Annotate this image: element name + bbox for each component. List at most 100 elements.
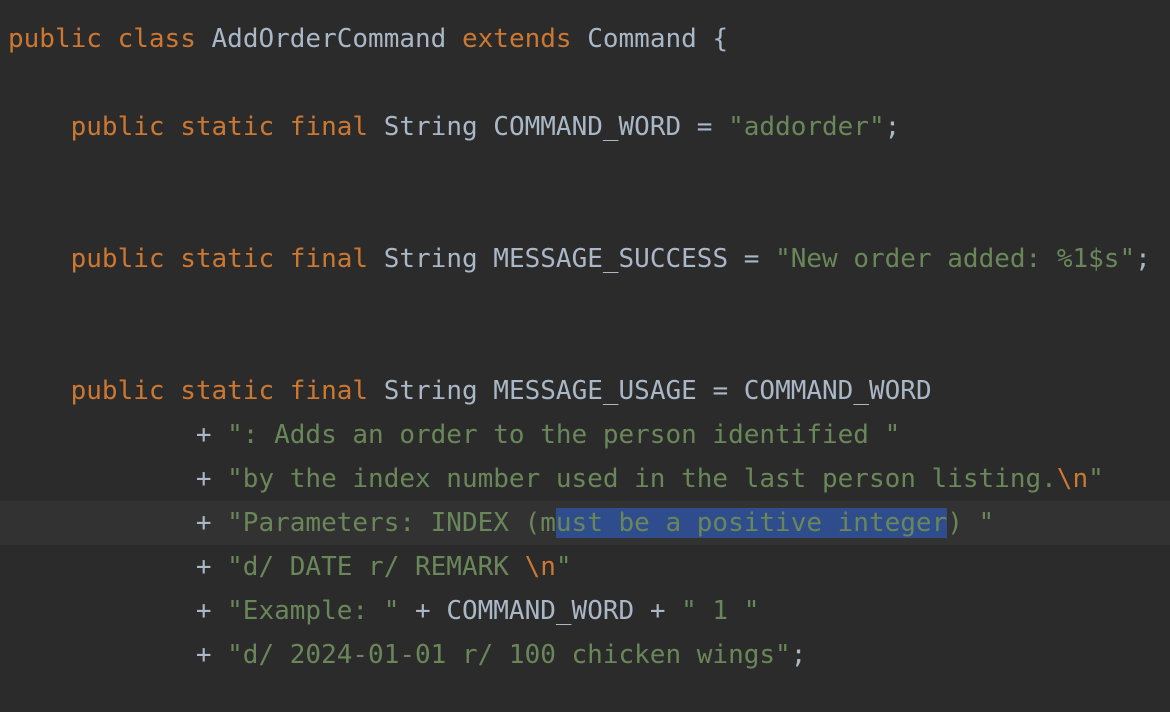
code-token: static [180,376,275,406]
code-token: = [743,244,760,274]
code-line[interactable]: public static final String COMMAND_WORD … [8,105,1170,149]
code-token: "by the index number used in the last pe… [227,464,1057,494]
code-token: final [289,376,369,406]
code-line[interactable]: public static final String MESSAGE_USAGE… [8,369,1170,413]
code-token: COMMAND_WORD [446,596,635,626]
code-token: MESSAGE_SUCCESS [493,244,729,274]
code-token: + [415,596,431,626]
code-line[interactable]: + "Parameters: INDEX (must be a positive… [0,501,1170,545]
code-line-blank[interactable] [8,149,1170,193]
code-line[interactable]: public class AddOrderCommand extends Com… [8,17,1170,61]
code-token: String [383,376,478,406]
code-token: MESSAGE_USAGE [493,376,697,406]
code-token: extends [461,24,572,54]
code-token: "Example: " [227,596,400,626]
code-token: = [696,112,713,142]
code-token: String [383,112,478,142]
code-token: public [70,376,165,406]
code-token: "d/ 2024-01-01 r/ 100 chicken wings" [227,640,791,670]
code-content[interactable]: public class AddOrderCommand extends Com… [0,17,1170,677]
code-token: " [555,552,572,582]
code-token: + [195,464,212,494]
code-token: public [70,244,165,274]
code-line-blank[interactable] [8,281,1170,325]
code-line[interactable]: + "by the index number used in the last … [8,457,1170,501]
code-editor-viewport[interactable]: public class AddOrderCommand extends Com… [0,0,1170,712]
code-token: + [195,596,212,626]
code-token: = [712,376,729,406]
code-token: ": Adds an order to the person identifie… [227,420,901,450]
code-token: \n [1056,464,1089,494]
code-token: + [195,552,212,582]
code-line[interactable]: + "Example: " + COMMAND_WORD + " 1 " [8,589,1170,633]
code-line-blank[interactable] [8,325,1170,369]
code-token: ; [790,640,807,670]
code-token: ; [884,112,901,142]
code-line-blank[interactable] [8,193,1170,237]
code-line[interactable]: public static final String MESSAGE_SUCCE… [8,237,1170,281]
code-token: "Parameters: INDEX (m [227,508,556,538]
code-token: ) " [947,508,995,538]
code-token: "addorder" [728,112,885,142]
code-token: ; [1135,244,1151,274]
code-line[interactable]: + ": Adds an order to the person identif… [8,413,1170,457]
code-token: static [180,244,275,274]
code-token: public [8,24,102,54]
code-token: COMMAND_WORD [493,112,682,142]
code-line-blank[interactable] [8,61,1170,105]
code-token: final [289,244,369,274]
code-line[interactable]: + "d/ 2024-01-01 r/ 100 chicken wings"; [8,633,1170,677]
code-token: \n [524,552,556,582]
code-token: " 1 " [681,596,760,626]
code-token: "d/ DATE r/ REMARK [227,552,525,582]
code-token: public [70,112,165,142]
code-line[interactable]: + "d/ DATE r/ REMARK \n" [8,545,1170,589]
code-token: + [195,508,212,538]
code-token: + [195,420,212,450]
code-token: class [117,24,196,54]
code-token: final [289,112,369,142]
code-token: "New order added: %1$s" [775,244,1136,274]
code-token: " [1088,464,1104,494]
code-token: AddOrderCommand [211,24,447,54]
code-token: String [383,244,478,274]
